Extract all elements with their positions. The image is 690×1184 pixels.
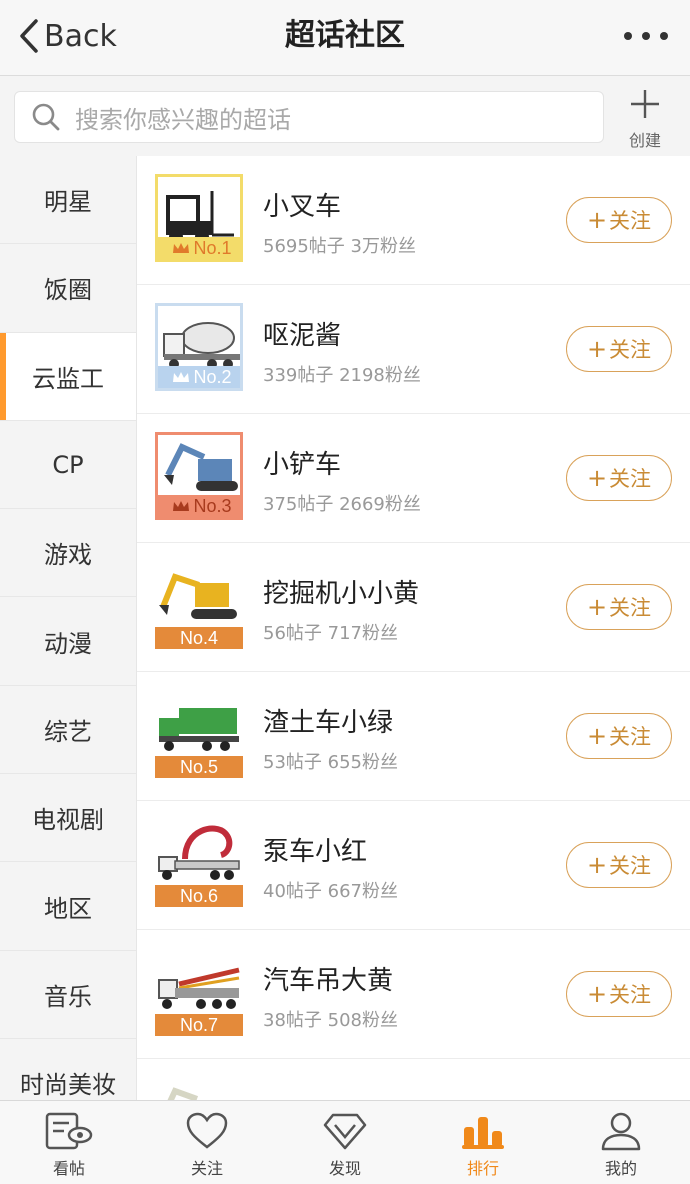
- tab-label: 发现: [328, 1159, 361, 1178]
- more-dot-icon: [642, 32, 650, 40]
- topic-avatar: No.6: [155, 819, 243, 907]
- sidebar-item-tv-drama[interactable]: 电视剧: [0, 774, 136, 863]
- list-item[interactable]: No.4 挖掘机小小黄 56帖子 717粉丝 + 关注: [137, 543, 690, 672]
- rank-badge: No.4: [155, 627, 243, 649]
- plus-icon: +: [586, 335, 608, 363]
- follow-button[interactable]: + 关注: [566, 713, 672, 759]
- crown-icon: [173, 372, 190, 382]
- list-item[interactable]: No.1 小叉车 5695帖子 3万粉丝 + 关注: [137, 156, 690, 285]
- back-label: Back: [44, 18, 117, 54]
- sidebar-item-region[interactable]: 地区: [0, 862, 136, 951]
- topic-ranking-list: No.1 小叉车 5695帖子 3万粉丝 + 关注 No.2 呕泥酱 339帖子 …: [137, 156, 690, 1100]
- follow-button[interactable]: + 关注: [566, 326, 672, 372]
- list-item[interactable]: No.3 小铲车 375帖子 2669粉丝 + 关注: [137, 414, 690, 543]
- tab-discover[interactable]: 发现: [276, 1101, 414, 1184]
- sidebar-item-fashion-beauty[interactable]: 时尚美妆: [0, 1039, 136, 1100]
- search-placeholder: 搜索你感兴趣的超话: [75, 105, 291, 134]
- sidebar-item-anime[interactable]: 动漫: [0, 597, 136, 686]
- topic-name: 小叉车: [263, 192, 342, 222]
- rank-badge: No.6: [155, 885, 243, 907]
- ranking-bars-icon: [462, 1117, 504, 1149]
- follow-button[interactable]: + 关注: [566, 971, 672, 1017]
- plus-icon: +: [586, 206, 608, 234]
- rank-badge: No.2: [158, 366, 240, 388]
- chevron-left-icon: [20, 19, 38, 53]
- tab-label: 关注: [190, 1159, 223, 1178]
- topic-stats: 375帖子 2669粉丝: [263, 494, 421, 515]
- rank-badge: No.7: [155, 1014, 243, 1036]
- tab-posts[interactable]: 看帖: [0, 1101, 138, 1184]
- topic-name: 渣土车小绿: [263, 708, 394, 738]
- tab-label: 排行: [466, 1159, 499, 1178]
- topic-stats: 56帖子 717粉丝: [263, 623, 398, 644]
- topic-avatar: No.5: [155, 690, 243, 778]
- tab-label: 看帖: [52, 1159, 85, 1178]
- topic-avatar: No.4: [155, 561, 243, 649]
- topic-stats: 5695帖子 3万粉丝: [263, 236, 416, 257]
- topic-stats: 38帖子 508粉丝: [263, 1010, 398, 1031]
- discover-diamond-icon: [323, 1113, 367, 1150]
- sidebar-item-stars[interactable]: 明星: [0, 156, 136, 245]
- list-item[interactable]: No.6 泵车小红 40帖子 667粉丝 + 关注: [137, 801, 690, 930]
- topic-name: 小铲车: [263, 450, 342, 480]
- more-dot-icon: [624, 32, 632, 40]
- profile-icon: [601, 1112, 641, 1151]
- topic-stats: 53帖子 655粉丝: [263, 752, 398, 773]
- sidebar-item-variety[interactable]: 综艺: [0, 686, 136, 775]
- plus-icon: +: [586, 464, 608, 492]
- topic-avatar: [155, 1077, 243, 1100]
- category-sidebar: 明星 饭圈 云监工 CP 游戏 动漫 综艺 电视剧 地区 音乐 时尚美妆: [0, 156, 137, 1100]
- rank-badge: No.3: [158, 495, 240, 517]
- topic-avatar: No.1: [155, 174, 243, 262]
- topic-name: 泵车小红: [263, 837, 368, 867]
- topic-name: 呕泥酱: [263, 321, 342, 351]
- topic-name: 挖掘机小小黄: [263, 579, 420, 609]
- more-options-button[interactable]: [624, 24, 668, 48]
- tab-following[interactable]: 关注: [138, 1101, 276, 1184]
- list-item[interactable]: [137, 1059, 690, 1100]
- topic-name: 汽车吊大黄: [263, 966, 394, 996]
- create-button[interactable]: 创建: [616, 87, 674, 151]
- sidebar-item-music[interactable]: 音乐: [0, 951, 136, 1039]
- tab-label: 我的: [604, 1159, 637, 1178]
- sidebar-item-cloud-supervision[interactable]: 云监工: [0, 332, 136, 421]
- heart-icon: [186, 1112, 228, 1149]
- more-dot-icon: [660, 32, 668, 40]
- back-button[interactable]: Back: [18, 14, 117, 58]
- plus-icon: [631, 90, 659, 118]
- follow-button[interactable]: + 关注: [566, 197, 672, 243]
- posts-icon: [45, 1112, 93, 1150]
- search-input[interactable]: 搜索你感兴趣的超话: [14, 91, 604, 143]
- vehicle-icon: [155, 1077, 243, 1100]
- tab-me[interactable]: 我的: [552, 1101, 690, 1184]
- plus-icon: +: [586, 980, 608, 1008]
- list-item[interactable]: No.5 渣土车小绿 53帖子 655粉丝 + 关注: [137, 672, 690, 801]
- list-item[interactable]: No.7 汽车吊大黄 38帖子 508粉丝 + 关注: [137, 930, 690, 1059]
- topic-avatar: No.3: [155, 432, 243, 520]
- rank-badge: No.5: [155, 756, 243, 778]
- bottom-tab-bar: 看帖 关注 发现 排行 我的: [0, 1100, 690, 1184]
- follow-button[interactable]: + 关注: [566, 584, 672, 630]
- plus-icon: +: [586, 851, 608, 879]
- topic-avatar: No.2: [155, 303, 243, 391]
- sidebar-item-cp[interactable]: CP: [0, 421, 136, 510]
- list-item[interactable]: No.2 呕泥酱 339帖子 2198粉丝 + 关注: [137, 285, 690, 414]
- crown-icon: [173, 243, 190, 253]
- plus-icon: +: [586, 722, 608, 750]
- sidebar-item-games[interactable]: 游戏: [0, 509, 136, 598]
- crown-icon: [173, 501, 190, 511]
- topic-stats: 40帖子 667粉丝: [263, 881, 398, 902]
- sidebar-item-fandom[interactable]: 饭圈: [0, 244, 136, 333]
- search-icon: [32, 103, 60, 131]
- top-navigation-bar: Back 超话社区: [0, 0, 690, 76]
- plus-icon: +: [586, 593, 608, 621]
- topic-avatar: No.7: [155, 948, 243, 1036]
- create-label: 创建: [628, 131, 661, 150]
- search-row: 搜索你感兴趣的超话 创建: [0, 77, 690, 155]
- follow-button[interactable]: + 关注: [566, 842, 672, 888]
- rank-badge: No.1: [158, 237, 240, 259]
- topic-stats: 339帖子 2198粉丝: [263, 365, 421, 386]
- tab-ranking[interactable]: 排行: [414, 1101, 552, 1184]
- follow-button[interactable]: + 关注: [566, 455, 672, 501]
